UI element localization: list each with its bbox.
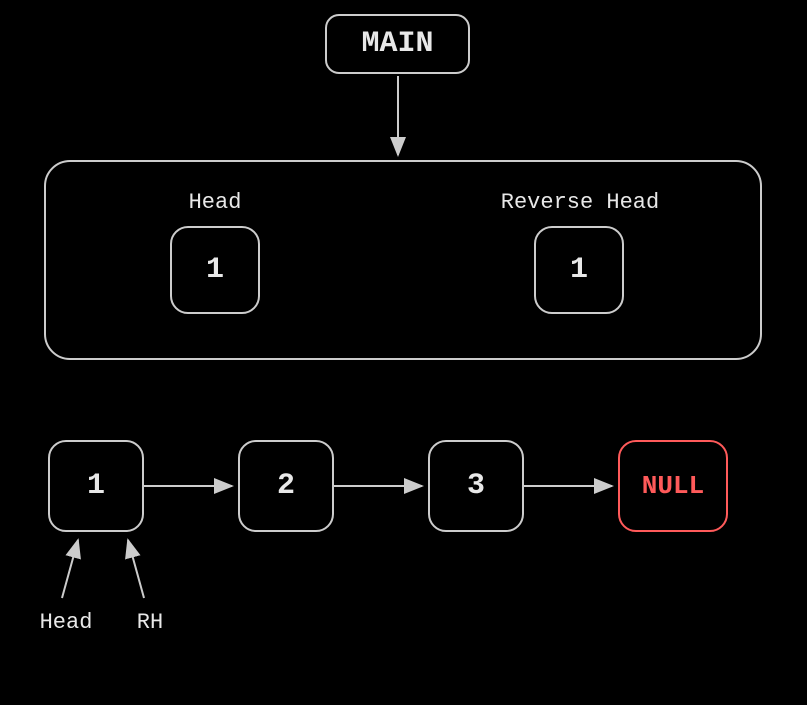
list-node-1-value: 1 [87,469,105,503]
pointer-head-label: Head [32,610,100,635]
list-node-3: 3 [428,440,524,532]
main-box: MAIN [325,14,470,74]
reverse-head-value: 1 [570,253,588,287]
pointer-rh-label: RH [126,610,174,635]
list-node-1: 1 [48,440,144,532]
main-label: MAIN [361,27,433,61]
list-node-null-value: NULL [642,471,704,501]
list-node-2-value: 2 [277,469,295,503]
reverse-head-box: 1 [534,226,624,314]
head-box: 1 [170,226,260,314]
head-label: Head [175,190,255,215]
reverse-head-label: Reverse Head [480,190,680,215]
head-value: 1 [206,253,224,287]
list-node-3-value: 3 [467,469,485,503]
list-node-2: 2 [238,440,334,532]
list-node-null: NULL [618,440,728,532]
